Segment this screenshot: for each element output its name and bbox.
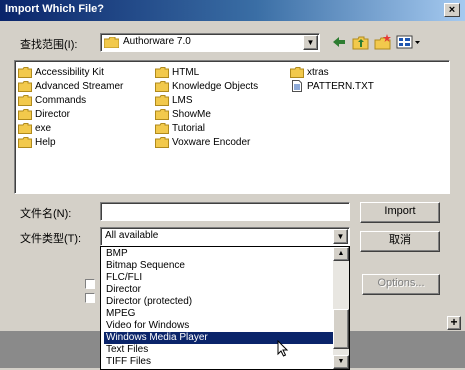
look-in-combobox[interactable]: Authorware 7.0 ▼ <box>100 33 320 52</box>
dropdown-option[interactable]: Video for Windows <box>104 320 335 332</box>
dropdown-scrollbar[interactable]: ▲ ▼ <box>333 247 349 369</box>
list-item[interactable]: xtras <box>290 66 329 80</box>
list-item[interactable]: Voxware Encoder <box>155 136 250 150</box>
chevron-down-icon: ▼ <box>306 38 315 47</box>
list-item[interactable]: Accessibility Kit <box>18 66 104 80</box>
file-type-dropdown-list[interactable]: BMP Bitmap Sequence FLC/FLI Director Dir… <box>100 246 350 370</box>
list-item[interactable]: ShowMe <box>155 108 211 122</box>
back-arrow-icon <box>333 37 345 47</box>
folder-icon <box>18 66 32 78</box>
list-item[interactable]: HTML <box>155 66 199 80</box>
list-item-label: LMS <box>172 95 193 106</box>
view-menu-button[interactable] <box>396 34 422 50</box>
dropdown-option[interactable]: Bitmap Sequence <box>104 260 335 272</box>
folder-icon <box>18 108 32 120</box>
close-icon: × <box>448 4 456 16</box>
cancel-button-label: 取消 <box>389 234 411 246</box>
scroll-thumb[interactable] <box>333 309 349 349</box>
checkbox[interactable] <box>85 293 95 303</box>
dropdown-option-highlighted[interactable]: Windows Media Player <box>104 332 335 344</box>
list-item[interactable]: Knowledge Objects <box>155 80 258 94</box>
dropdown-option[interactable]: BMP <box>104 248 335 260</box>
look-in-label: 查找范围(I): <box>20 39 78 51</box>
list-item-label: HTML <box>172 67 200 78</box>
text-file-icon <box>292 80 302 93</box>
look-in-value: Authorware 7.0 <box>123 36 191 47</box>
list-item-label: xtras <box>307 67 329 78</box>
back-button[interactable] <box>330 34 348 50</box>
folder-icon <box>155 108 169 120</box>
dropdown-option[interactable]: FLC/FLI <box>104 272 335 284</box>
list-item[interactable]: Help <box>18 136 56 150</box>
arrow-down-icon: ▼ <box>337 358 345 365</box>
list-item[interactable]: Advanced Streamer <box>18 80 123 94</box>
folder-icon <box>155 66 169 78</box>
expand-button[interactable]: + <box>447 316 461 330</box>
new-folder-icon <box>374 34 391 50</box>
file-type-label: 文件类型(T): <box>20 233 82 245</box>
list-item-label: Tutorial <box>172 123 205 134</box>
folder-icon <box>18 122 32 134</box>
folder-icon <box>155 94 169 106</box>
arrow-up-icon: ▲ <box>337 250 345 257</box>
view-menu-icon <box>396 35 420 49</box>
dropdown-option[interactable]: TIFF Files <box>104 356 335 368</box>
scroll-up-button[interactable]: ▲ <box>333 247 349 261</box>
folder-icon <box>290 66 304 78</box>
folder-icon <box>18 80 32 92</box>
list-item[interactable]: Commands <box>18 94 86 108</box>
mouse-cursor-icon <box>277 340 289 357</box>
options-button-label: Options... <box>377 277 425 289</box>
up-one-level-button[interactable] <box>352 34 370 50</box>
list-item-label: Accessibility Kit <box>35 67 104 78</box>
options-button[interactable]: Options... <box>362 274 440 295</box>
list-item[interactable]: Director <box>18 108 70 122</box>
list-item-label: Commands <box>35 95 87 106</box>
list-item-label: exe <box>35 123 52 134</box>
folder-icon <box>155 80 169 92</box>
list-item-label: Director <box>35 109 71 120</box>
list-item-label: PATTERN.TXT <box>307 81 374 92</box>
list-item[interactable]: Tutorial <box>155 122 205 136</box>
up-one-level-icon <box>352 36 369 50</box>
folder-icon <box>104 37 119 48</box>
file-name-input[interactable] <box>100 202 350 221</box>
folder-icon <box>155 136 169 148</box>
file-type-dropdown-button[interactable]: ▼ <box>333 229 348 244</box>
cancel-button[interactable]: 取消 <box>360 231 440 252</box>
folder-icon <box>18 94 32 106</box>
file-type-value: All available <box>105 230 159 241</box>
file-name-label: 文件名(N): <box>20 208 72 220</box>
list-item[interactable]: exe <box>18 122 51 136</box>
dropdown-option[interactable]: Text Files <box>104 344 335 356</box>
checkbox[interactable] <box>85 279 95 289</box>
list-item-label: Voxware Encoder <box>172 137 251 148</box>
look-in-dropdown-button[interactable]: ▼ <box>303 35 318 50</box>
folder-icon <box>155 122 169 134</box>
folder-icon <box>18 136 32 148</box>
list-item-label: Advanced Streamer <box>35 81 124 92</box>
import-button-label: Import <box>384 205 416 217</box>
scroll-down-button[interactable]: ▼ <box>333 355 349 369</box>
list-item[interactable]: PATTERN.TXT <box>290 80 374 94</box>
chevron-down-icon: ▼ <box>336 232 345 241</box>
window-title: Import Which File? <box>5 3 104 15</box>
plus-icon: + <box>450 315 458 329</box>
import-button[interactable]: Import <box>360 202 440 223</box>
close-button[interactable]: × <box>444 3 460 17</box>
list-item-label: ShowMe <box>172 109 211 120</box>
list-item-label: Knowledge Objects <box>172 81 259 92</box>
dropdown-option[interactable]: MPEG <box>104 308 335 320</box>
title-bar[interactable]: Import Which File? × <box>0 0 465 21</box>
dropdown-option[interactable]: Director <box>104 284 335 296</box>
dropdown-option[interactable]: Director (protected) <box>104 296 335 308</box>
file-type-combobox[interactable]: All available ▼ <box>100 227 350 246</box>
list-item-label: Help <box>35 137 56 148</box>
list-item[interactable]: LMS <box>155 94 193 108</box>
new-folder-button[interactable] <box>374 34 392 50</box>
